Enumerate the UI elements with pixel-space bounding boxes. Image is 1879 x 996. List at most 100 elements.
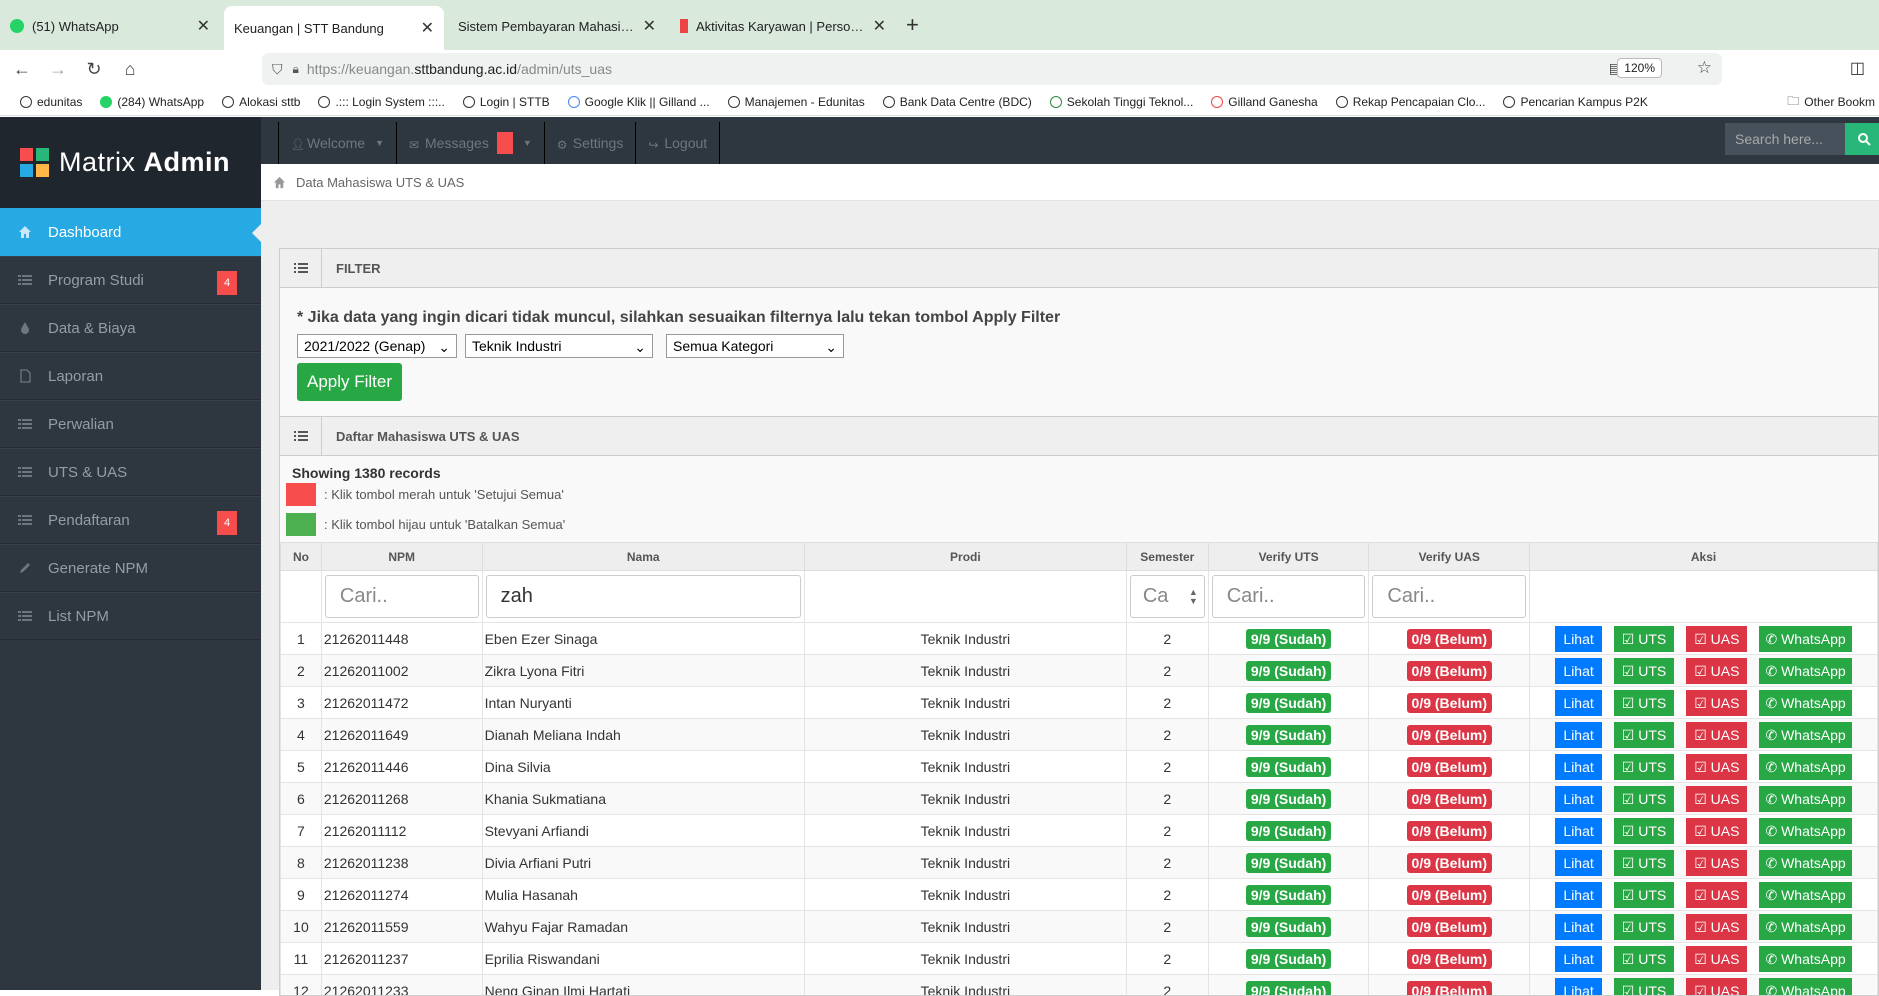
uas-button[interactable]: ☑ UAS — [1686, 978, 1747, 996]
uts-button[interactable]: ☑ UTS — [1614, 754, 1674, 780]
bookmark-item[interactable]: Google Klik || Gilland ... — [568, 95, 710, 109]
welcome-menu[interactable]: 👤︎ Welcome▼ — [278, 122, 397, 164]
whatsapp-button[interactable]: ✆ WhatsApp — [1759, 850, 1851, 876]
lihat-button[interactable]: Lihat — [1555, 626, 1601, 652]
lihat-button[interactable]: Lihat — [1555, 722, 1601, 748]
sidebar-item-program-studi[interactable]: Program Studi 4 — [0, 256, 261, 304]
npm-search-input[interactable]: Cari.. — [325, 575, 479, 618]
lihat-button[interactable]: Lihat — [1555, 658, 1601, 684]
sidebar-item-pendaftaran[interactable]: Pendaftaran 4 — [0, 496, 261, 544]
col-header-verify-uts[interactable]: Verify UTS — [1208, 543, 1369, 571]
whatsapp-button[interactable]: ✆ WhatsApp — [1759, 978, 1851, 996]
sidebar-item-list-npm[interactable]: List NPM — [0, 592, 261, 640]
back-icon[interactable]: ← — [8, 55, 36, 83]
lihat-button[interactable]: Lihat — [1555, 818, 1601, 844]
bookmark-item[interactable]: Alokasi sttb — [222, 95, 300, 109]
browser-tab-whatsapp[interactable]: (51) WhatsApp ✕ — [0, 8, 220, 44]
uas-button[interactable]: ☑ UAS — [1686, 786, 1747, 812]
bookmark-item[interactable]: edunitas — [20, 95, 82, 109]
lihat-button[interactable]: Lihat — [1555, 882, 1601, 908]
uts-button[interactable]: ☑ UTS — [1614, 786, 1674, 812]
reload-icon[interactable]: ↻ — [80, 55, 108, 83]
col-header-npm[interactable]: NPM — [321, 543, 482, 571]
browser-tab-keuangan[interactable]: Keuangan | STT Bandung ✕ — [224, 6, 444, 50]
uas-button[interactable]: ☑ UAS — [1686, 882, 1747, 908]
bookmark-item[interactable]: Sekolah Tinggi Teknol... — [1050, 95, 1194, 109]
spinner-arrows-icon[interactable]: ▲▼ — [1189, 588, 1198, 606]
uts-button[interactable]: ☑ UTS — [1614, 690, 1674, 716]
url-text[interactable]: https://keuangan.sttbandung.ac.id/admin/… — [307, 61, 612, 77]
logout-link[interactable]: ↪ Logout — [635, 122, 720, 164]
sidebar-item-generate-npm[interactable]: Generate NPM — [0, 544, 261, 592]
col-header-verify-uas[interactable]: Verify UAS — [1369, 543, 1530, 571]
whatsapp-button[interactable]: ✆ WhatsApp — [1759, 818, 1851, 844]
semester-select[interactable]: 2021/2022 (Genap)⌄ — [297, 334, 457, 358]
whatsapp-button[interactable]: ✆ WhatsApp — [1759, 882, 1851, 908]
col-header-no[interactable]: No — [281, 543, 322, 571]
semester-search-input[interactable]: Ca▲▼ — [1130, 575, 1205, 618]
address-bar[interactable]: ⛉ 🔒︎ https://keuangan.sttbandung.ac.id/a… — [262, 53, 1722, 85]
bookmark-item[interactable]: (284) WhatsApp — [100, 95, 204, 109]
col-header-prodi[interactable]: Prodi — [804, 543, 1126, 571]
bookmark-item[interactable]: Rekap Pencapaian Clo... — [1336, 95, 1486, 109]
uas-button[interactable]: ☑ UAS — [1686, 626, 1747, 652]
sidebar-item-dashboard[interactable]: Dashboard — [0, 208, 261, 256]
uts-button[interactable]: ☑ UTS — [1614, 914, 1674, 940]
close-tab-icon[interactable]: ✕ — [197, 16, 210, 36]
search-input[interactable]: Search here... — [1725, 123, 1845, 155]
uts-button[interactable]: ☑ UTS — [1614, 946, 1674, 972]
lihat-button[interactable]: Lihat — [1555, 914, 1601, 940]
breadcrumb-current[interactable]: Data Mahasiswa UTS & UAS — [296, 175, 464, 190]
whatsapp-button[interactable]: ✆ WhatsApp — [1759, 946, 1851, 972]
apply-filter-button[interactable]: Apply Filter — [297, 363, 402, 401]
whatsapp-button[interactable]: ✆ WhatsApp — [1759, 658, 1851, 684]
uts-button[interactable]: ☑ UTS — [1614, 850, 1674, 876]
col-header-semester[interactable]: Semester — [1126, 543, 1208, 571]
sidebar-item-uts-uas[interactable]: UTS & UAS — [0, 448, 261, 496]
uas-button[interactable]: ☑ UAS — [1686, 722, 1747, 748]
forward-icon[interactable]: → — [44, 55, 72, 83]
lihat-button[interactable]: Lihat — [1555, 690, 1601, 716]
col-header-nama[interactable]: Nama — [482, 543, 804, 571]
sidebar-item-perwalian[interactable]: Perwalian — [0, 400, 261, 448]
close-tab-icon[interactable]: ✕ — [421, 18, 434, 38]
bookmark-item[interactable]: Gilland Ganesha — [1211, 95, 1317, 109]
prodi-select[interactable]: Teknik Industri⌄ — [465, 334, 653, 358]
uas-button[interactable]: ☑ UAS — [1686, 850, 1747, 876]
whatsapp-button[interactable]: ✆ WhatsApp — [1759, 722, 1851, 748]
bookmark-item[interactable]: Bank Data Centre (BDC) — [883, 95, 1032, 109]
uas-button[interactable]: ☑ UAS — [1686, 818, 1747, 844]
whatsapp-button[interactable]: ✆ WhatsApp — [1759, 786, 1851, 812]
uas-button[interactable]: ☑ UAS — [1686, 754, 1747, 780]
shield-icon[interactable]: ⛉ — [272, 61, 283, 78]
other-bookmarks[interactable]: 🗀︎Other Bookm — [1787, 88, 1879, 116]
bookmark-item[interactable]: .::: Login System :::.. — [318, 95, 444, 109]
uas-button[interactable]: ☑ UAS — [1686, 690, 1747, 716]
lock-icon[interactable]: 🔒︎ — [293, 62, 299, 77]
bookmark-star-icon[interactable]: ☆ — [1697, 58, 1712, 78]
zoom-level[interactable]: 120% — [1617, 58, 1662, 78]
pocket-icon[interactable]: ◫ — [1850, 58, 1865, 78]
whatsapp-button[interactable]: ✆ WhatsApp — [1759, 626, 1851, 652]
bookmark-item[interactable]: Manajemen - Edunitas — [728, 95, 865, 109]
browser-tab-aktivitas[interactable]: Aktivitas Karyawan | Personalia ✕ — [670, 8, 896, 44]
home-icon[interactable]: ⌂ — [116, 55, 144, 83]
messages-menu[interactable]: ✉ Messages 5 ▼ — [396, 122, 545, 164]
nama-search-input[interactable]: zah — [486, 575, 801, 618]
brand-logo[interactable]: Matrix Admin — [0, 117, 261, 208]
lihat-button[interactable]: Lihat — [1555, 754, 1601, 780]
kategori-select[interactable]: Semua Kategori⌄ — [666, 334, 844, 358]
uts-button[interactable]: ☑ UTS — [1614, 626, 1674, 652]
whatsapp-button[interactable]: ✆ WhatsApp — [1759, 754, 1851, 780]
search-button[interactable] — [1845, 123, 1879, 155]
uas-button[interactable]: ☑ UAS — [1686, 914, 1747, 940]
lihat-button[interactable]: Lihat — [1555, 786, 1601, 812]
uts-button[interactable]: ☑ UTS — [1614, 722, 1674, 748]
uas-button[interactable]: ☑ UAS — [1686, 946, 1747, 972]
whatsapp-button[interactable]: ✆ WhatsApp — [1759, 914, 1851, 940]
close-tab-icon[interactable]: ✕ — [643, 16, 656, 36]
lihat-button[interactable]: Lihat — [1555, 946, 1601, 972]
bookmark-item[interactable]: Login | STTB — [463, 95, 550, 109]
uts-search-input[interactable]: Cari.. — [1212, 575, 1366, 618]
sidebar-item-laporan[interactable]: Laporan — [0, 352, 261, 400]
